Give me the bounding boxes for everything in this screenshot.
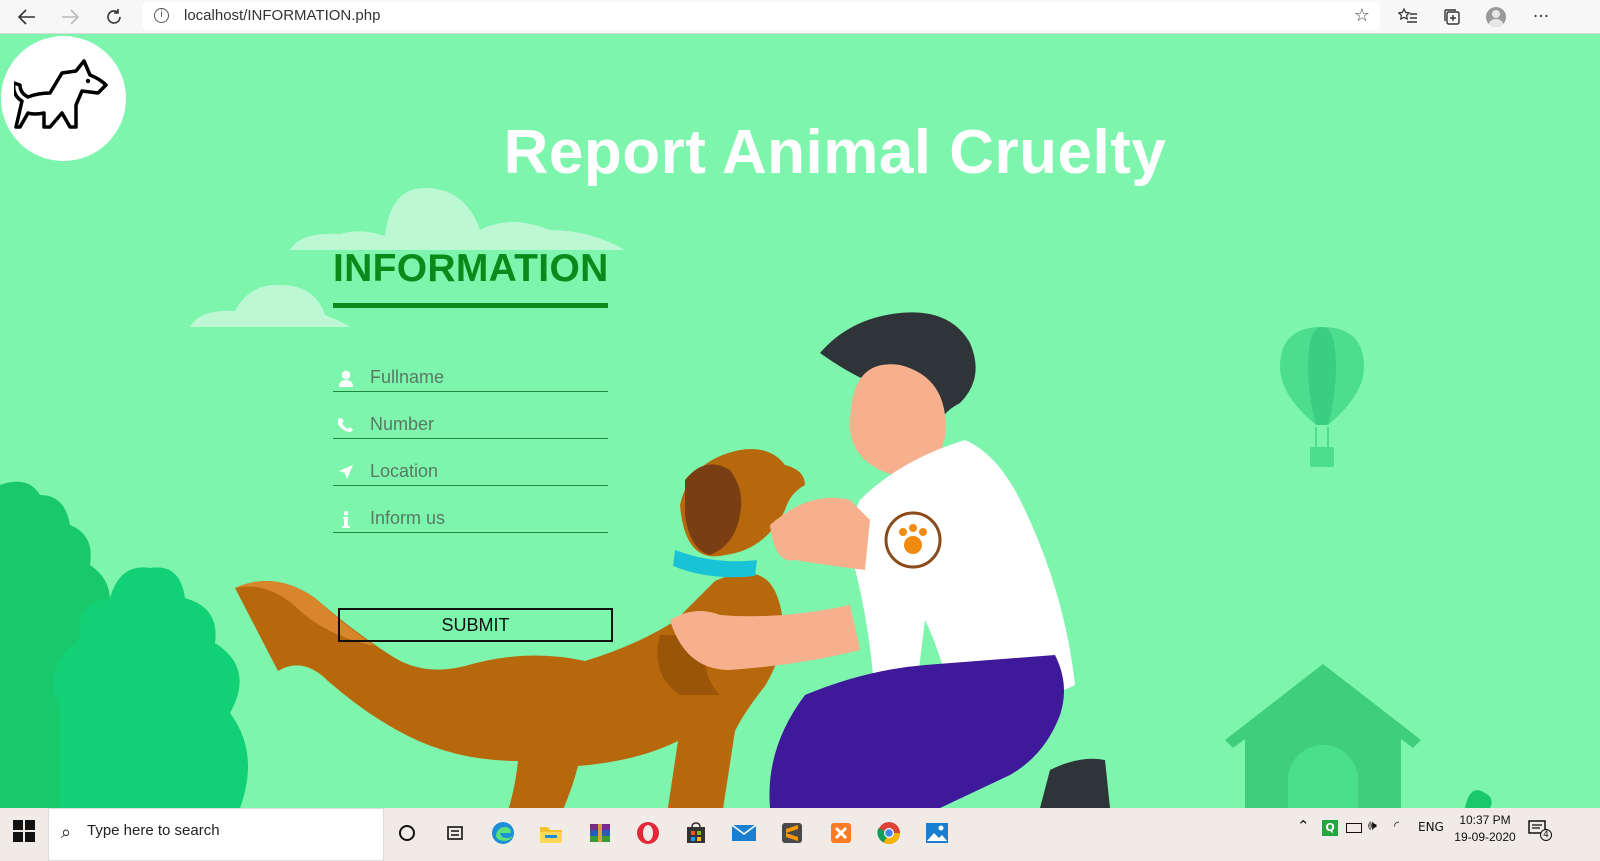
windows-taskbar: ⌕ Type here to search ⌃ Q 🕪 ◜ ENG 10:37 xyxy=(0,808,1600,861)
sublime-icon[interactable] xyxy=(777,818,807,848)
favorite-star-icon[interactable]: ☆ xyxy=(1354,5,1370,26)
winrar-icon[interactable] xyxy=(585,818,615,848)
profile-icon[interactable] xyxy=(1483,4,1509,30)
chrome-icon[interactable] xyxy=(874,818,904,848)
address-bar[interactable]: i localhost/INFORMATION.php ☆ xyxy=(142,2,1380,30)
taskbar-clock[interactable]: 10:37 PM 19-09-2020 xyxy=(1450,812,1520,846)
url-text[interactable]: localhost/INFORMATION.php xyxy=(184,7,380,24)
number-input[interactable] xyxy=(370,412,600,436)
file-explorer-icon[interactable] xyxy=(536,818,566,848)
photos-icon[interactable] xyxy=(922,818,952,848)
clock-date: 19-09-2020 xyxy=(1454,830,1516,844)
inform-us-field xyxy=(333,486,608,533)
form-heading: INFORMATION xyxy=(333,247,609,290)
page-viewport: Report Animal Cruelty INFORMATION Fullna… xyxy=(0,35,1600,808)
windows-start-icon[interactable] xyxy=(12,819,36,843)
edge-icon[interactable] xyxy=(488,818,518,848)
location-input[interactable] xyxy=(370,459,600,483)
widgets-icon[interactable] xyxy=(440,818,470,848)
location-arrow-icon xyxy=(337,463,355,481)
location-field xyxy=(333,439,608,486)
fullname-field xyxy=(333,345,608,392)
language-indicator[interactable]: ENG xyxy=(1418,820,1444,834)
store-icon[interactable] xyxy=(681,818,711,848)
phone-icon xyxy=(337,416,355,434)
collections-icon[interactable] xyxy=(1439,4,1465,30)
xampp-icon[interactable] xyxy=(826,818,856,848)
notification-count-badge: 4 xyxy=(1540,829,1552,841)
volume-icon[interactable]: 🕪 xyxy=(1368,818,1377,834)
clock-time: 10:37 PM xyxy=(1459,813,1511,827)
notification-icon[interactable]: 4 xyxy=(1528,820,1552,841)
wifi-icon[interactable]: ◜ xyxy=(1394,819,1399,834)
info-icon xyxy=(337,510,355,528)
search-icon: ⌕ xyxy=(61,822,72,843)
inform-us-input[interactable] xyxy=(370,506,600,530)
man-illustration xyxy=(670,312,1110,808)
cloud-shape xyxy=(290,188,625,250)
taskbar-search-box[interactable]: ⌕ Type here to search xyxy=(48,808,384,861)
refresh-icon[interactable] xyxy=(101,4,127,30)
hot-air-balloon-icon xyxy=(1280,327,1364,467)
battery-icon[interactable] xyxy=(1346,823,1362,833)
more-icon[interactable]: ··· xyxy=(1528,4,1554,30)
taskbar-search-placeholder: Type here to search xyxy=(87,822,220,839)
info-icon[interactable]: i xyxy=(154,8,169,23)
back-icon[interactable] xyxy=(14,4,40,30)
browser-toolbar: i localhost/INFORMATION.php ☆ ··· xyxy=(0,0,1600,34)
dog-house-shape xyxy=(1225,664,1421,808)
number-field xyxy=(333,392,608,439)
information-form: INFORMATION Fullname Number Location Inf… xyxy=(333,245,623,642)
page-title: Report Animal Cruelty xyxy=(503,118,1167,187)
task-view-icon[interactable] xyxy=(392,818,422,848)
cloud-shape xyxy=(190,284,350,327)
q-app-tray-icon[interactable]: Q xyxy=(1322,820,1338,836)
forward-icon[interactable] xyxy=(57,4,83,30)
submit-button[interactable]: SUBMIT xyxy=(338,608,613,642)
favorites-icon[interactable] xyxy=(1395,4,1421,30)
heading-underline xyxy=(333,303,608,308)
mail-icon[interactable] xyxy=(729,818,759,848)
opera-icon[interactable] xyxy=(633,818,663,848)
fullname-input[interactable] xyxy=(370,365,600,389)
show-hidden-icons-icon[interactable]: ⌃ xyxy=(1297,817,1310,835)
user-icon xyxy=(337,369,355,387)
